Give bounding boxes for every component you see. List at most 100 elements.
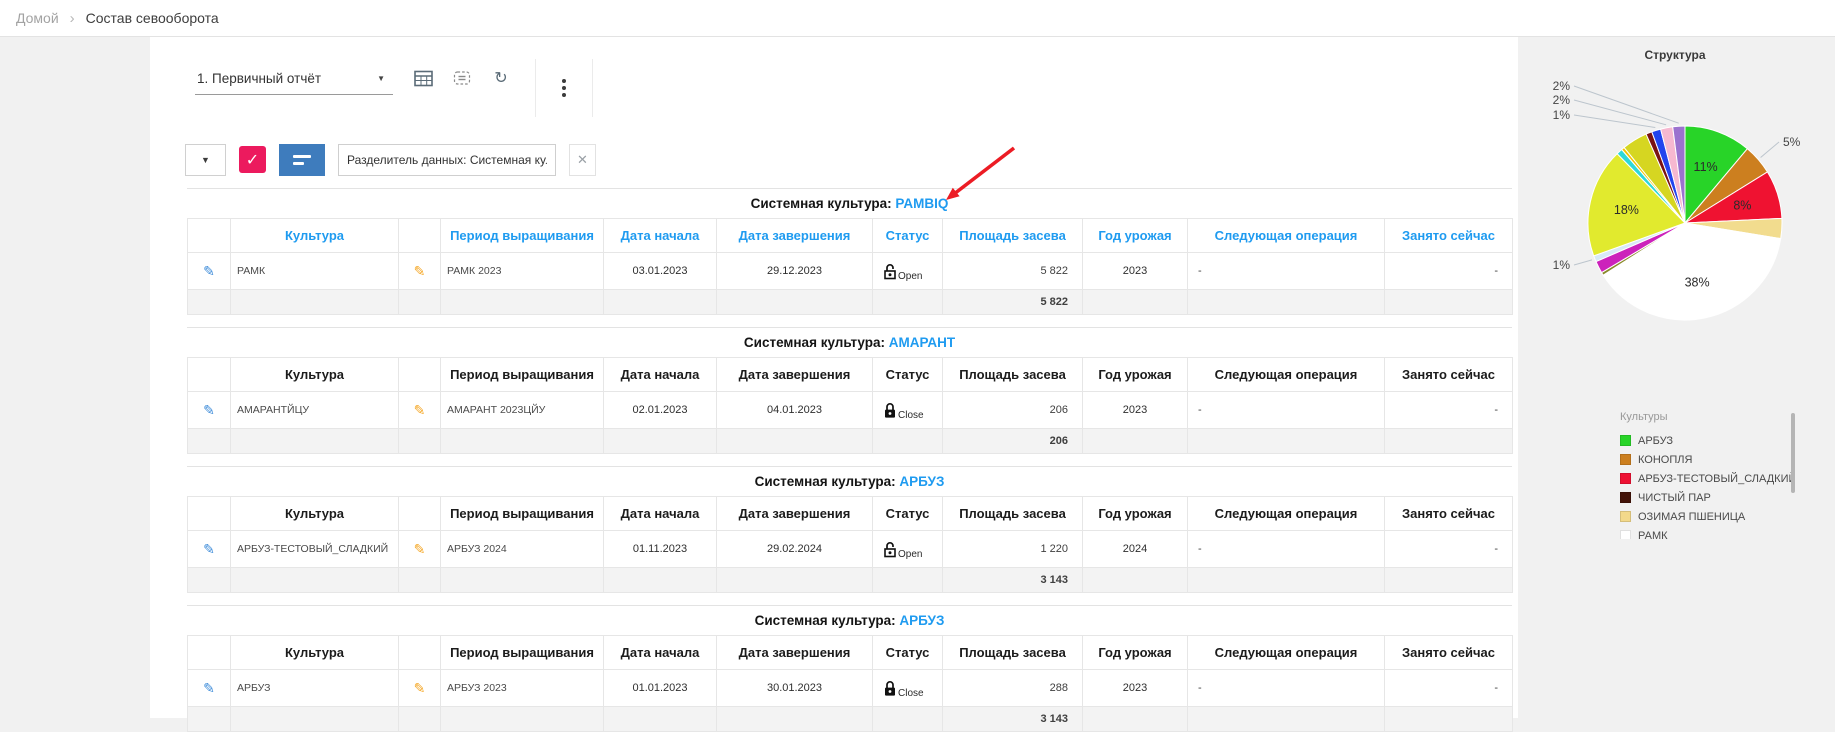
data-splitter-input[interactable] bbox=[338, 144, 556, 176]
total-cell bbox=[1385, 568, 1513, 593]
system-culture-link[interactable]: АРБУЗ bbox=[899, 474, 944, 489]
culture-cell: АРБУЗ-ТЕСТОВЫЙ_СЛАДКИЙ bbox=[231, 531, 399, 568]
column-header: Статус bbox=[873, 636, 943, 670]
filter-row: ▼ ✓ ✕ bbox=[185, 143, 1518, 176]
edit-period-icon[interactable]: ✎ bbox=[414, 541, 426, 558]
selection-mode-button[interactable] bbox=[450, 67, 474, 89]
legend-color-swatch bbox=[1620, 454, 1631, 465]
report-select[interactable]: 1. Первичный отчёт ▼ bbox=[195, 65, 393, 95]
occupied-cell: - bbox=[1385, 253, 1513, 290]
column-header: Культура bbox=[231, 358, 399, 392]
system-culture-link[interactable]: АРБУЗ bbox=[899, 613, 944, 628]
edit-period-icon[interactable]: ✎ bbox=[414, 263, 426, 280]
kebab-menu-icon bbox=[562, 79, 566, 83]
area-cell: 288 bbox=[943, 670, 1083, 707]
breadcrumb-home-link[interactable]: Домой bbox=[16, 10, 59, 26]
column-header: Дата начала bbox=[604, 358, 717, 392]
total-cell bbox=[873, 707, 943, 732]
status-label: Open bbox=[898, 271, 922, 282]
culture-section: Системная культура: PAMBIQКультураПериод… bbox=[187, 188, 1512, 315]
legend-item[interactable]: АРБУЗ-ТЕСТОВЫЙ_СЛАДКИЙ bbox=[1620, 469, 1795, 488]
year-cell: 2023 bbox=[1083, 253, 1188, 290]
report-toolbar: 1. Первичный отчёт ▼ bbox=[195, 59, 1518, 117]
edit-period-icon[interactable]: ✎ bbox=[414, 402, 426, 419]
next-operation-cell: - bbox=[1188, 392, 1385, 429]
legend-color-swatch bbox=[1620, 492, 1631, 503]
total-cell bbox=[231, 707, 399, 732]
total-row: 5 822 bbox=[188, 290, 1513, 315]
system-culture-link[interactable]: АМАРАНТ bbox=[889, 335, 955, 350]
status-label: Close bbox=[898, 688, 924, 699]
legend-item[interactable]: ОЗИМАЯ ПШЕНИЦА bbox=[1620, 507, 1795, 526]
year-cell: 2023 bbox=[1083, 392, 1188, 429]
total-cell bbox=[1385, 429, 1513, 454]
total-cell bbox=[188, 568, 231, 593]
edit-culture-icon[interactable]: ✎ bbox=[203, 680, 215, 697]
column-header: Площадь засева bbox=[943, 219, 1083, 253]
edit-culture-icon[interactable]: ✎ bbox=[203, 541, 215, 558]
total-cell bbox=[231, 568, 399, 593]
column-header: Следующая операция bbox=[1188, 636, 1385, 670]
column-header: Занято сейчас bbox=[1385, 636, 1513, 670]
column-header: Культура bbox=[231, 219, 399, 253]
chart-title: Структура bbox=[1515, 48, 1835, 68]
table-header-row: КультураПериод выращиванияДата началаДат… bbox=[188, 358, 1513, 392]
refresh-button[interactable]: ↻ bbox=[489, 67, 513, 89]
edit-culture-icon[interactable]: ✎ bbox=[203, 263, 215, 280]
table-header-row: КультураПериод выращиванияДата началаДат… bbox=[188, 497, 1513, 531]
column-header: Статус bbox=[873, 497, 943, 531]
report-table: КультураПериод выращиванияДата началаДат… bbox=[187, 635, 1513, 732]
legend-item[interactable]: РАМК bbox=[1620, 526, 1795, 539]
structure-pie-svg[interactable]: 11%5%8%38%1%18%1%2%2% bbox=[1515, 68, 1835, 380]
column-header: Дата завершения bbox=[717, 219, 873, 253]
area-cell: 206 bbox=[943, 392, 1083, 429]
total-cell bbox=[441, 568, 604, 593]
legend-items: АРБУЗКОНОПЛЯАРБУЗ-ТЕСТОВЫЙ_СЛАДКИЙЧИСТЫЙ… bbox=[1620, 431, 1795, 539]
table-row: ✎ РАМК ✎ РАМК 2023 03.01.2023 29.12.2023… bbox=[188, 253, 1513, 290]
table-view-button[interactable] bbox=[411, 67, 435, 89]
edit-culture-icon[interactable]: ✎ bbox=[203, 402, 215, 419]
report-sections: Системная культура: PAMBIQКультураПериод… bbox=[187, 188, 1512, 732]
edit-period-icon[interactable]: ✎ bbox=[414, 680, 426, 697]
end-date-cell: 04.01.2023 bbox=[717, 392, 873, 429]
next-operation-cell: - bbox=[1188, 531, 1385, 568]
more-options-button[interactable] bbox=[535, 59, 593, 117]
legend-item[interactable]: АРБУЗ bbox=[1620, 431, 1795, 450]
total-cell bbox=[717, 429, 873, 454]
system-culture-link[interactable]: PAMBIQ bbox=[895, 196, 948, 211]
filter-checkbox[interactable]: ✓ bbox=[239, 146, 266, 173]
filter-dropdown-button[interactable]: ▼ bbox=[185, 144, 226, 176]
section-title: Системная культура: АРБУЗ bbox=[187, 467, 1512, 496]
column-header: Следующая операция bbox=[1188, 358, 1385, 392]
edit-period-cell: ✎ bbox=[399, 392, 441, 429]
period-cell: АРБУЗ 2023 bbox=[441, 670, 604, 707]
total-cell bbox=[1083, 429, 1188, 454]
close-icon: ✕ bbox=[577, 152, 588, 168]
total-area-cell: 5 822 bbox=[943, 290, 1083, 315]
column-header: Год урожая bbox=[1083, 636, 1188, 670]
column-header: Следующая операция bbox=[1188, 497, 1385, 531]
status-label: Open bbox=[898, 549, 922, 560]
lock-closed-icon bbox=[883, 680, 897, 697]
next-operation-cell: - bbox=[1188, 670, 1385, 707]
pie-label: 8% bbox=[1733, 198, 1751, 212]
occupied-cell: - bbox=[1385, 531, 1513, 568]
pie-callout-label: 5% bbox=[1783, 135, 1801, 149]
total-cell bbox=[604, 429, 717, 454]
total-cell bbox=[399, 707, 441, 732]
edit-period-cell: ✎ bbox=[399, 670, 441, 707]
pie-label: 38% bbox=[1685, 275, 1710, 289]
year-cell: 2024 bbox=[1083, 531, 1188, 568]
year-cell: 2023 bbox=[1083, 670, 1188, 707]
total-area-cell: 3 143 bbox=[943, 707, 1083, 732]
legend-scrollbar[interactable] bbox=[1791, 413, 1795, 493]
legend-item[interactable]: ЧИСТЫЙ ПАР bbox=[1620, 488, 1795, 507]
occupied-cell: - bbox=[1385, 670, 1513, 707]
clear-filter-button[interactable]: ✕ bbox=[569, 144, 596, 176]
total-cell bbox=[1083, 568, 1188, 593]
column-header: Площадь засева bbox=[943, 636, 1083, 670]
report-table: КультураПериод выращиванияДата началаДат… bbox=[187, 496, 1513, 593]
legend-item[interactable]: КОНОПЛЯ bbox=[1620, 450, 1795, 469]
filter-list-button[interactable] bbox=[279, 144, 325, 176]
edit-culture-cell: ✎ bbox=[188, 392, 231, 429]
